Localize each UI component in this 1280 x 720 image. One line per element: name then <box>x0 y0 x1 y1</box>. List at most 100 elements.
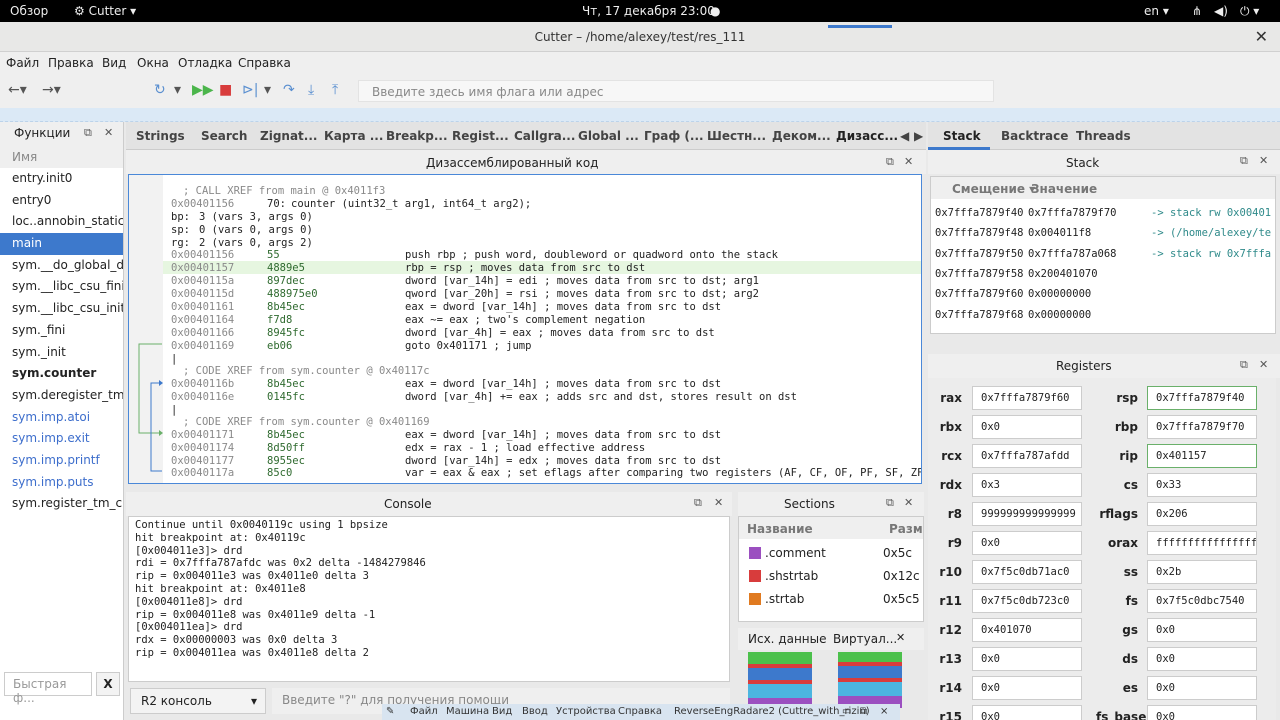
register-value-field[interactable]: 0x0 <box>1147 676 1257 700</box>
close-window-icon[interactable]: ✕ <box>1255 27 1268 46</box>
menu-file[interactable]: Файл <box>6 56 39 70</box>
register-value-field[interactable]: 0x7f5c0db71ac0 <box>972 560 1082 584</box>
power-icon[interactable]: ⏻ ▾ <box>1240 4 1259 19</box>
disassembly-line[interactable]: 0x0040115a 897dec dword [var_14h] = edi ; … <box>171 275 759 288</box>
disassembly-line[interactable]: sp: 0 (vars 0, args 0) <box>171 224 313 237</box>
function-item[interactable]: sym._fini <box>0 320 123 342</box>
register-value-field[interactable]: 999999999999999 <box>972 502 1082 526</box>
register-value-field[interactable]: 0x7f5c0db723c0 <box>972 589 1082 613</box>
activities-button[interactable]: Обзор <box>10 4 48 18</box>
minimize-icon[interactable]: ▭ <box>842 706 851 717</box>
vm-menu-devices[interactable]: Устройства <box>556 706 616 717</box>
menu-windows[interactable]: Окна <box>137 56 169 70</box>
function-search-input[interactable]: Быстрая ф... <box>4 672 92 705</box>
stack-col-value[interactable]: Значение <box>1031 182 1097 196</box>
section-row[interactable]: .strtab 0x5c5 <box>739 589 923 609</box>
register-value-field[interactable]: 0x206 <box>1147 502 1257 526</box>
tab-zignatures[interactable]: Zignat... <box>260 129 317 143</box>
function-item[interactable]: sym.imp.puts <box>0 472 123 494</box>
stack-row[interactable]: 0x7fffa7879f48 0x004011f8 -> (/home/alexey… <box>931 223 1275 243</box>
disassembly-line[interactable]: 0x00401174 8d50ff edx = rax - 1 ; load eff… <box>171 442 645 455</box>
vm-menu-machine[interactable]: Машина <box>446 706 489 717</box>
continue-icon[interactable]: ▶▶ <box>192 82 214 98</box>
function-item[interactable]: sym.imp.exit <box>0 428 123 450</box>
menu-help[interactable]: Справка <box>238 56 291 70</box>
vm-menu-view[interactable]: Вид <box>492 706 512 717</box>
function-item[interactable]: sym.counter <box>0 363 123 385</box>
disassembly-line[interactable]: 0x00401169 eb06 goto 0x401171 ; jump <box>171 340 531 353</box>
tab-global-callgraph[interactable]: Global ... <box>578 129 639 143</box>
tab-callgraph[interactable]: Callgra... <box>514 129 575 143</box>
xref-comment[interactable]: ; CALL XREF from main @ 0x4011f3 <box>171 185 385 198</box>
register-value-field[interactable]: 0x7fffa787afdd <box>972 444 1082 468</box>
sections-col-name[interactable]: Название <box>747 522 813 536</box>
float-icon[interactable]: ⧉ <box>694 496 702 510</box>
disassembly-line[interactable]: 0x00401161 8b45ec eax = dword [var_14h] ; … <box>171 301 721 314</box>
close-icon[interactable]: ✕ <box>104 126 113 139</box>
stack-row[interactable]: 0x7fffa7879f40 0x7fffa7879f70 -> stack rw … <box>931 203 1275 223</box>
volume-icon[interactable]: ◀) <box>1214 4 1228 18</box>
float-icon[interactable]: ⧉ <box>84 126 92 140</box>
clock[interactable]: Чт, 17 декабря 23:00 <box>582 4 715 18</box>
disassembly-line[interactable]: 0x00401171 8b45ec eax = dword [var_14h] ; … <box>171 429 721 442</box>
disassembly-line[interactable]: 0x00401157 4889e5 rbp = rsp ; moves data f… <box>171 262 645 275</box>
tab-disassembly[interactable]: Дизасс... <box>836 129 898 143</box>
vm-menu-input[interactable]: Ввод <box>522 706 548 717</box>
register-value-field[interactable]: 0x0 <box>972 415 1082 439</box>
register-value-field[interactable]: 0x0 <box>1147 647 1257 671</box>
disassembly-line[interactable]: 0x00401156 55 push rbp ; push word, double… <box>171 249 778 262</box>
stop-icon[interactable]: ■ <box>219 82 232 98</box>
forward-arrow-icon[interactable]: →▾ <box>42 82 61 98</box>
tab-memory-map[interactable]: Карта ... <box>324 129 383 143</box>
disassembly-line[interactable]: bp: 3 (vars 3, args 0) <box>171 211 313 224</box>
clear-search-button[interactable]: X <box>96 672 120 696</box>
register-value-field[interactable]: 0x0 <box>1147 705 1257 720</box>
xref-comment[interactable]: ; CODE XREF from sym.counter @ 0x401169 <box>171 416 430 429</box>
register-value-field[interactable]: 0x401070 <box>972 618 1082 642</box>
function-item[interactable]: sym.deregister_tm_c <box>0 385 123 407</box>
function-item[interactable]: loc..annobin_static_r <box>0 211 123 233</box>
function-item[interactable]: entry.init0 <box>0 168 123 190</box>
tab-decompiler[interactable]: Деком... <box>772 129 831 143</box>
register-value-field[interactable]: 0x7f5c0dbc7540 <box>1147 589 1257 613</box>
float-icon[interactable]: ⧉ <box>886 496 894 510</box>
restart-debug-icon[interactable]: ↻ <box>154 82 166 98</box>
xref-comment[interactable]: ; CODE XREF from sym.counter @ 0x40117c <box>171 365 430 378</box>
tab-raw-data[interactable]: Исх. данные <box>748 632 827 646</box>
float-icon[interactable]: ⧉ <box>1240 358 1248 372</box>
app-menu-button[interactable]: ⚙ Cutter ▾ <box>74 4 136 18</box>
restore-icon[interactable]: ⧉ <box>860 706 867 717</box>
tab-registers[interactable]: Regist... <box>452 129 509 143</box>
step-over-icon[interactable]: ↷ <box>283 82 295 98</box>
close-icon[interactable]: ✕ <box>1259 154 1268 167</box>
float-icon[interactable]: ⧉ <box>1240 154 1248 168</box>
disassembly-line[interactable]: 0x00401164 f7d8 eax ~= eax ; two's complem… <box>171 314 645 327</box>
register-value-field[interactable]: 0x33 <box>1147 473 1257 497</box>
step-out-icon[interactable]: ⤒ <box>332 82 338 98</box>
function-item[interactable]: sym.__libc_csu_fini <box>0 276 123 298</box>
function-item[interactable]: sym._init <box>0 342 123 364</box>
console-mode-select[interactable]: R2 консоль ▾ <box>130 688 266 714</box>
function-item[interactable]: sym.imp.atoi <box>0 407 123 429</box>
register-value-field[interactable]: 0x0 <box>972 647 1082 671</box>
menu-view[interactable]: Вид <box>102 56 126 70</box>
disassembly-line[interactable]: 0x00401156 70: counter (uint32_t arg1, int… <box>171 198 531 211</box>
register-value-field[interactable]: 0x7fffa7879f70 <box>1147 415 1257 439</box>
stack-col-offset[interactable]: Смещение ▾ <box>952 182 1035 196</box>
function-item[interactable]: main <box>0 233 123 255</box>
tab-threads[interactable]: Threads <box>1076 129 1131 143</box>
register-value-field[interactable]: 0x2b <box>1147 560 1257 584</box>
functions-column-header[interactable]: Имя <box>0 146 123 168</box>
tab-graph[interactable]: Граф (... <box>644 129 704 143</box>
register-value-field[interactable]: 0x3 <box>972 473 1082 497</box>
tab-search[interactable]: Search <box>201 129 247 143</box>
back-arrow-icon[interactable]: ←▾ <box>8 82 27 98</box>
address-input[interactable]: Введите здесь имя флага или адрес <box>358 80 994 102</box>
float-icon[interactable]: ⧉ <box>886 155 894 169</box>
network-icon[interactable]: ⋔ <box>1192 4 1202 18</box>
function-item[interactable]: sym.__libc_csu_init <box>0 298 123 320</box>
step-into-icon[interactable]: ⤓ <box>308 82 314 98</box>
register-value-field[interactable]: 0x401157 <box>1147 444 1257 468</box>
console-output[interactable]: Continue until 0x0040119c using 1 bpsize… <box>128 516 730 682</box>
register-value-field[interactable]: 0x7fffa7879f40 <box>1147 386 1257 410</box>
